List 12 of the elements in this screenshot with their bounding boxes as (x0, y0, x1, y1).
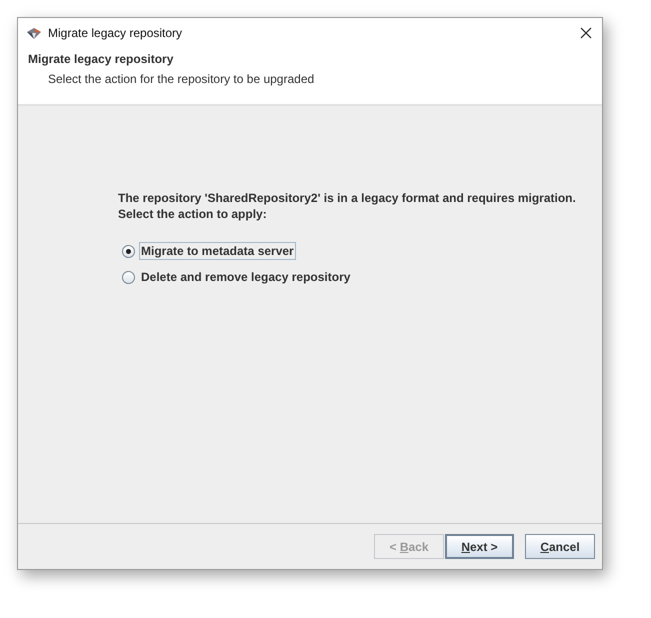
close-icon[interactable] (580, 27, 592, 39)
window-title: Migrate legacy repository (48, 26, 184, 40)
header-title: Migrate legacy repository (28, 52, 174, 66)
wizard-button[interactable]: Next > (445, 534, 514, 559)
option-label[interactable]: Migrate to metadata server (139, 242, 296, 260)
option-label[interactable]: Delete and remove legacy repository (139, 268, 352, 286)
header-subtitle: Select the action for the repository to be upgraded (48, 72, 316, 86)
app-icon (26, 26, 42, 40)
wizard-button[interactable]: Cancel (525, 534, 595, 559)
radio-button[interactable] (122, 270, 135, 284)
message-text: The repository 'SharedRepository2' is in a legacy format and requires migration. Select the action to apply: (118, 190, 577, 222)
radio-button[interactable] (122, 244, 135, 258)
